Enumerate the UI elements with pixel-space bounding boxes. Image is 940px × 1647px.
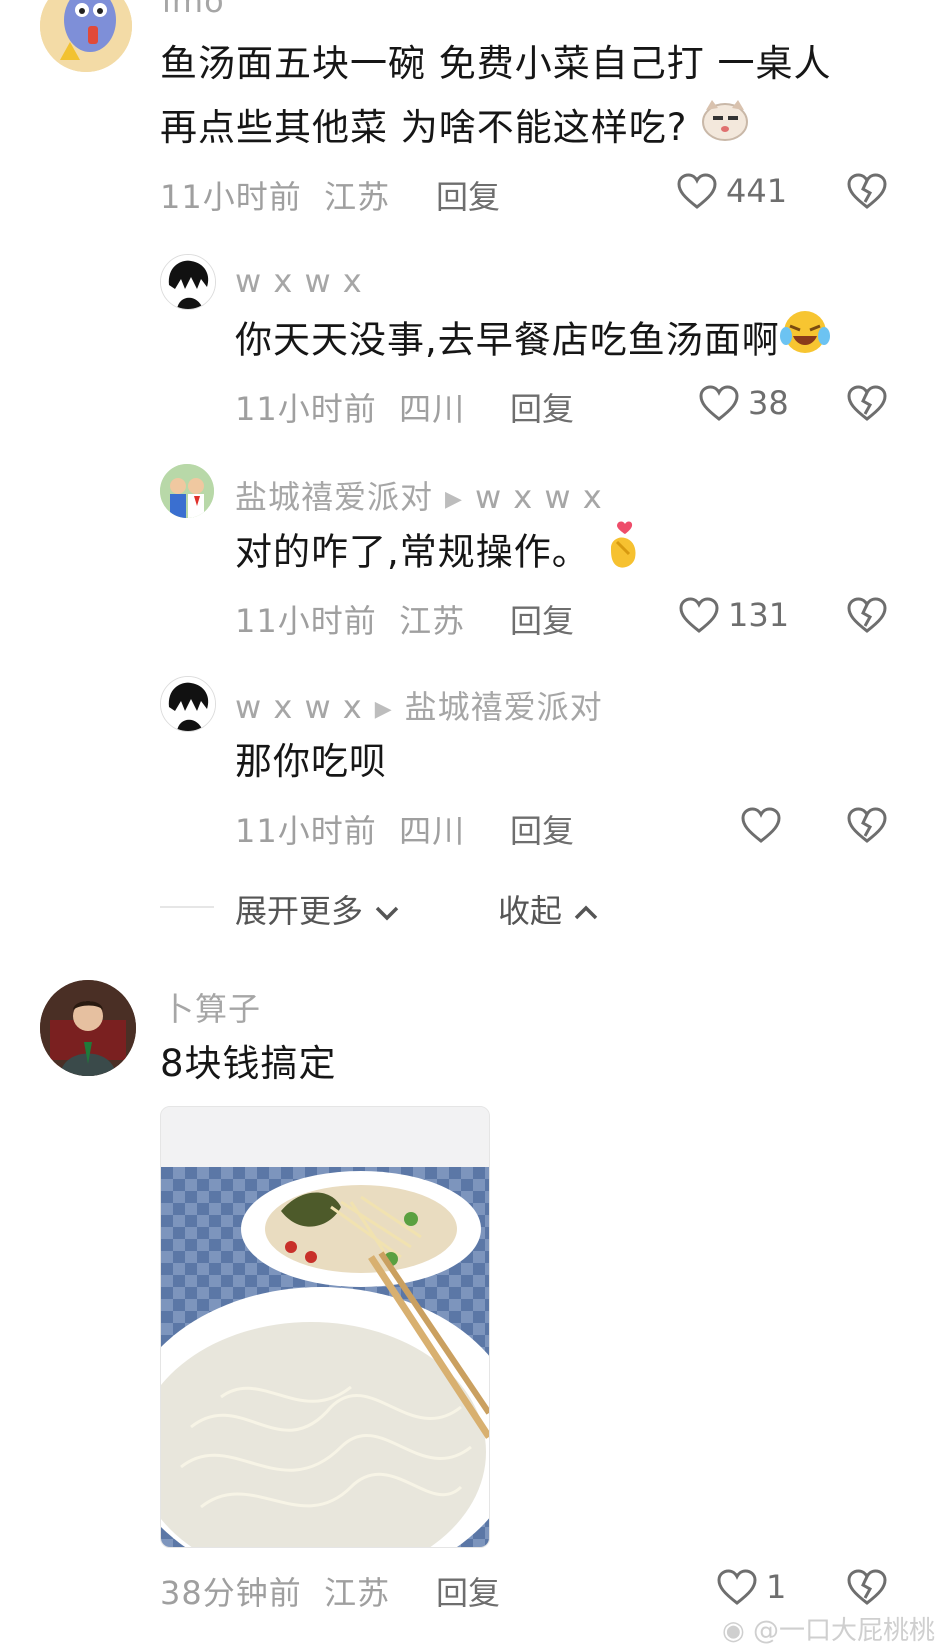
reply-arrow-icon: ▶ xyxy=(374,696,393,722)
broken-heart-icon xyxy=(847,807,887,843)
anime-boy-avatar-icon xyxy=(161,255,215,309)
comment-meta: 38分钟前 江苏 xyxy=(160,1568,390,1614)
finger-heart-emoji-icon xyxy=(603,518,643,590)
comment-text-line: 那你吃呗 xyxy=(235,740,387,783)
broken-heart-icon xyxy=(847,173,887,209)
watermark: ◉ @一口大屁桃桃 xyxy=(722,1610,935,1647)
comment-time: 11小时前 xyxy=(235,812,377,850)
cat-face-emoji-icon xyxy=(700,98,750,162)
heart-icon xyxy=(679,597,719,633)
heart-icon xyxy=(741,807,781,843)
laughing-crying-emoji-icon xyxy=(779,308,830,376)
comment-time: 11小时前 xyxy=(160,178,302,216)
comment-text: 你天天没事,去早餐店吃鱼汤面啊 xyxy=(235,308,895,376)
anime-boy-avatar-icon xyxy=(161,677,215,731)
fish-cartoon-avatar-icon xyxy=(40,0,132,72)
like-button[interactable]: 1 xyxy=(716,1568,786,1606)
comment-time: 38分钟前 xyxy=(160,1574,302,1612)
reply-button[interactable]: 回复 xyxy=(436,1568,500,1614)
heart-icon xyxy=(717,1569,757,1605)
broken-heart-icon xyxy=(847,1569,887,1605)
comment-text-line: 对的咋了,常规操作。 xyxy=(235,530,590,574)
man-in-suit-avatar-icon xyxy=(40,980,136,1076)
like-count: 1 xyxy=(766,1568,787,1606)
comment-text-line: 再点些其他菜 为啥不能这样吃? xyxy=(160,96,900,162)
comment-time: 11小时前 xyxy=(235,602,377,640)
chevron-down-icon xyxy=(375,906,399,921)
like-count: 38 xyxy=(748,384,789,422)
comment-author[interactable]: lmo xyxy=(162,0,225,20)
avatar[interactable] xyxy=(160,464,214,518)
thread-divider xyxy=(160,906,214,908)
comment-text-line: 再点些其他菜 为啥不能这样吃? xyxy=(160,106,688,149)
comment-image[interactable] xyxy=(160,1106,490,1548)
like-button[interactable]: 38 xyxy=(698,384,789,422)
comment-text-line: 鱼汤面五块一碗 免费小菜自己打 一桌人 xyxy=(160,42,832,85)
comment-meta: 11小时前 四川 xyxy=(235,806,465,852)
comment-text: 对的咋了,常规操作。 xyxy=(235,518,895,590)
reply-button[interactable]: 回复 xyxy=(510,806,574,852)
comment-location: 江苏 xyxy=(324,1574,391,1612)
watermark-text: @一口大屁桃桃 xyxy=(752,1616,935,1646)
dislike-button[interactable] xyxy=(846,384,888,422)
dislike-button[interactable] xyxy=(846,806,888,844)
reply-button[interactable]: 回复 xyxy=(510,384,574,430)
avatar[interactable] xyxy=(40,0,132,72)
comment-text: 鱼汤面五块一碗 免费小菜自己打 一桌人 再点些其他菜 为啥不能这样吃? xyxy=(160,32,900,162)
comment-text-line: 你天天没事,去早餐店吃鱼汤面啊 xyxy=(235,318,780,362)
like-count: 441 xyxy=(726,172,788,210)
reply-arrow-icon: ▶ xyxy=(445,486,463,512)
chevron-up-icon xyxy=(574,905,598,920)
kids-photo-avatar-icon xyxy=(160,464,214,518)
avatar[interactable] xyxy=(40,980,136,1076)
comment-author-line: 盐城禧爱派对 ▶ w x w x xyxy=(235,472,603,518)
heart-icon xyxy=(699,385,739,421)
comment-location: 江苏 xyxy=(399,602,466,640)
like-button[interactable] xyxy=(740,806,782,844)
comment-text: 8块钱搞定 xyxy=(160,1032,860,1096)
reply-button[interactable]: 回复 xyxy=(436,172,500,218)
broken-heart-icon xyxy=(847,597,887,633)
like-button[interactable]: 441 xyxy=(676,172,787,210)
noodle-soup-photo-icon xyxy=(161,1107,489,1547)
comment-meta: 11小时前 江苏 xyxy=(235,596,465,642)
heart-icon xyxy=(677,173,717,209)
comment-meta: 11小时前 江苏 xyxy=(160,172,390,218)
comment-author-line: w x w x ▶ 盐城禧爱派对 xyxy=(235,682,603,728)
comment-meta: 11小时前 四川 xyxy=(235,384,465,430)
comment-location: 江苏 xyxy=(324,178,391,216)
collapse-label: 收起 xyxy=(498,892,563,930)
comment-time: 11小时前 xyxy=(235,390,377,428)
reply-to-author[interactable]: 盐城禧爱派对 xyxy=(405,688,603,726)
comment-text-line: 8块钱搞定 xyxy=(160,1042,337,1085)
comment-location: 四川 xyxy=(399,812,466,850)
collapse-button[interactable]: 收起 xyxy=(498,886,600,932)
dislike-button[interactable] xyxy=(846,1568,888,1606)
comment-author[interactable]: 卜算子 xyxy=(162,984,261,1030)
expand-more-label: 展开更多 xyxy=(235,892,364,930)
avatar[interactable] xyxy=(160,254,216,310)
reply-button[interactable]: 回复 xyxy=(510,596,574,642)
reply-to-author[interactable]: w x w x xyxy=(475,478,603,516)
comment-text: 那你吃呗 xyxy=(235,730,895,794)
comment-author[interactable]: 盐城禧爱派对 xyxy=(235,478,433,516)
dislike-button[interactable] xyxy=(846,596,888,634)
comment-location: 四川 xyxy=(399,390,466,428)
like-button[interactable]: 131 xyxy=(678,596,789,634)
avatar[interactable] xyxy=(160,676,216,732)
like-count: 131 xyxy=(728,596,790,634)
dislike-button[interactable] xyxy=(846,172,888,210)
comment-author[interactable]: w x w x xyxy=(235,688,363,726)
comment-author[interactable]: w x w x xyxy=(235,262,363,300)
expand-more-button[interactable]: 展开更多 xyxy=(235,886,401,932)
broken-heart-icon xyxy=(847,385,887,421)
weibo-logo-icon: ◉ xyxy=(722,1616,745,1646)
